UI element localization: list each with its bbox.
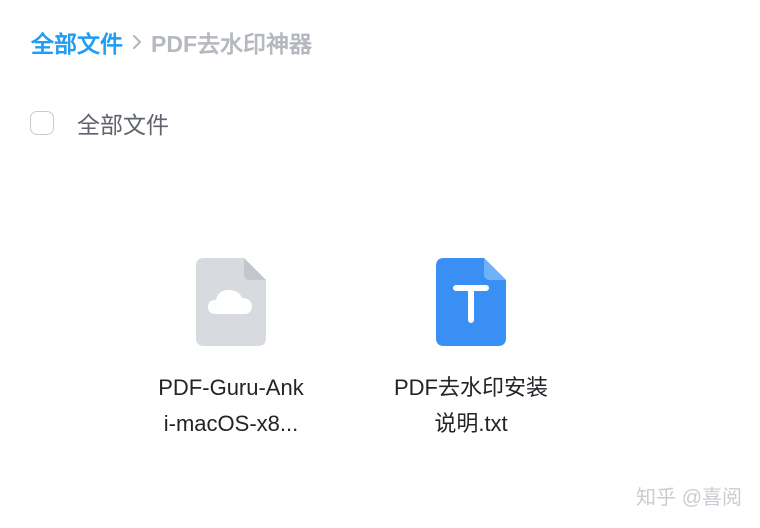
file-name-line: i-macOS-x8... (163, 411, 299, 436)
text-file-icon (436, 258, 506, 346)
breadcrumb: 全部文件 PDF去水印神器 (31, 26, 312, 58)
file-item[interactable]: PDF去水印安装 说明.txt (376, 256, 566, 442)
watermark-text: 知乎 @喜阅 (636, 487, 742, 509)
select-all-row: 全部文件 (30, 106, 169, 140)
chevron-right-icon (125, 26, 149, 58)
file-browser-page: 全部文件 PDF去水印神器 全部文件 PDF-Guru-Ank i-macOS-… (0, 0, 760, 528)
file-name-line: PDF去水印安装 (393, 375, 548, 400)
breadcrumb-current-folder: PDF去水印神器 (151, 31, 312, 57)
select-all-checkbox[interactable] (30, 111, 54, 135)
file-item[interactable]: PDF-Guru-Ank i-macOS-x8... (136, 256, 326, 442)
cloud-file-icon (196, 258, 266, 346)
select-all-label: 全部文件 (77, 112, 169, 138)
file-name-line: PDF-Guru-Ank (158, 375, 304, 400)
file-name: PDF-Guru-Ank i-macOS-x8... (136, 370, 326, 442)
file-name: PDF去水印安装 说明.txt (376, 370, 566, 442)
file-name-line: 说明.txt (434, 411, 508, 436)
breadcrumb-root-link[interactable]: 全部文件 (31, 25, 123, 59)
